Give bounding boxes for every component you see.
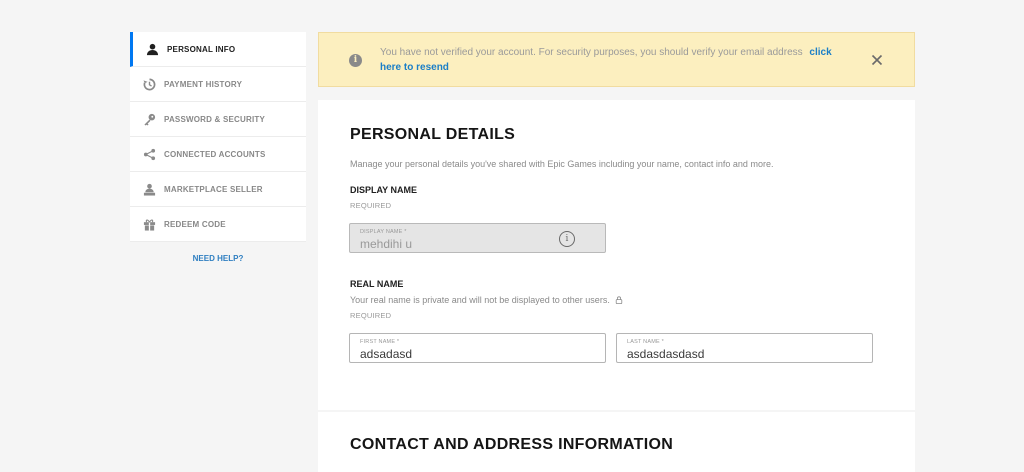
- display-name-label: DISPLAY NAME: [350, 185, 418, 195]
- field-label: LAST NAME *: [627, 339, 664, 345]
- field-label: DISPLAY NAME *: [360, 229, 407, 235]
- sidebar-item-redeem-code[interactable]: REDEEM CODE: [130, 207, 306, 242]
- section-title: CONTACT AND ADDRESS INFORMATION: [350, 436, 674, 453]
- sidebar-item-password-security[interactable]: PASSWORD & SECURITY: [130, 102, 306, 137]
- sidebar-item-personal-info[interactable]: PERSONAL INFO: [130, 32, 306, 67]
- real-name-label: REAL NAME: [350, 279, 404, 289]
- need-help-link[interactable]: NEED HELP?: [130, 254, 306, 263]
- close-icon[interactable]: [870, 53, 884, 67]
- sidebar: PERSONAL INFO PAYMENT HISTORY PASSWORD &…: [130, 32, 306, 242]
- contact-panel: CONTACT AND ADDRESS INFORMATION: [318, 412, 915, 472]
- sidebar-item-connected-accounts[interactable]: CONNECTED ACCOUNTS: [130, 137, 306, 172]
- section-title: PERSONAL DETAILS: [350, 126, 516, 143]
- share-icon: [142, 147, 156, 161]
- lock-icon: [615, 296, 623, 306]
- key-icon: [142, 112, 156, 126]
- verification-alert: i You have not verified your account. Fo…: [318, 32, 915, 87]
- sidebar-item-marketplace-seller[interactable]: MARKETPLACE SELLER: [130, 172, 306, 207]
- personal-details-panel: PERSONAL DETAILS Manage your personal de…: [318, 100, 915, 410]
- sidebar-item-label: PASSWORD & SECURITY: [164, 114, 265, 124]
- info-icon: i: [349, 54, 362, 67]
- alert-text: You have not verified your account. For …: [380, 47, 803, 58]
- required-text: REQUIRED: [350, 311, 392, 320]
- note-text: Your real name is private and will not b…: [350, 295, 610, 305]
- alert-message: You have not verified your account. For …: [380, 45, 850, 75]
- first-name-field[interactable]: FIRST NAME * adsadasd: [349, 333, 606, 363]
- last-name-field[interactable]: LAST NAME * asdasdasdasd: [616, 333, 873, 363]
- required-text: REQUIRED: [350, 201, 392, 210]
- history-icon: [142, 77, 156, 91]
- real-name-note: Your real name is private and will not b…: [350, 295, 623, 306]
- sidebar-item-label: MARKETPLACE SELLER: [164, 184, 263, 194]
- field-value: asdasdasdasd: [627, 347, 705, 361]
- info-icon[interactable]: i: [559, 231, 575, 247]
- gift-icon: [142, 217, 156, 231]
- field-label: FIRST NAME *: [360, 339, 400, 345]
- display-name-field: DISPLAY NAME * mehdihi u i: [349, 223, 606, 253]
- field-value: adsadasd: [360, 347, 413, 361]
- user-icon: [145, 42, 159, 56]
- sidebar-item-label: PAYMENT HISTORY: [164, 79, 243, 89]
- sidebar-item-label: CONNECTED ACCOUNTS: [164, 149, 266, 159]
- sidebar-item-label: PERSONAL INFO: [167, 44, 236, 54]
- field-value: mehdihi u: [360, 237, 413, 251]
- section-description: Manage your personal details you've shar…: [350, 159, 774, 169]
- sidebar-item-label: REDEEM CODE: [164, 219, 226, 229]
- sidebar-item-payment-history[interactable]: PAYMENT HISTORY: [130, 67, 306, 102]
- seller-icon: [142, 182, 156, 196]
